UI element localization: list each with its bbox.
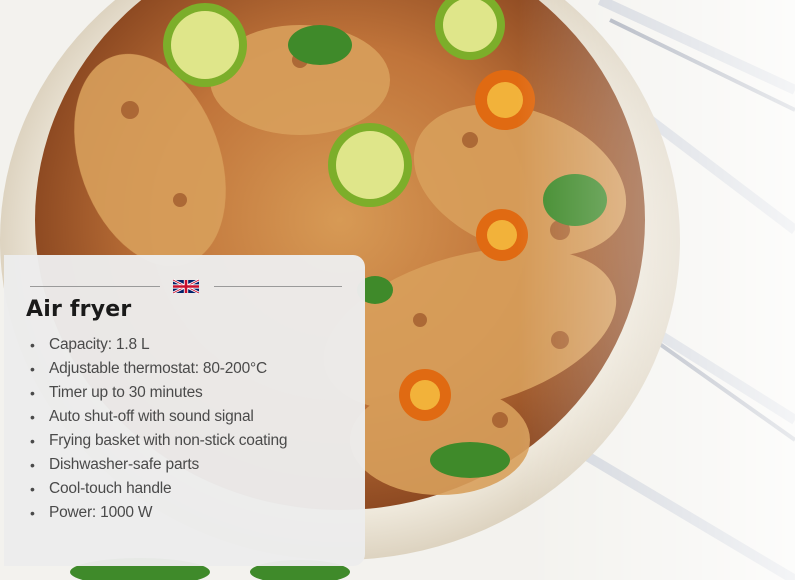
bullet-icon: • (30, 409, 35, 425)
bullet-icon: • (30, 337, 35, 353)
list-item: • Timer up to 30 minutes (28, 383, 287, 407)
feature-list: • Capacity: 1.8 L • Adjustable thermostat:… (28, 335, 288, 527)
feature-text: Adjustable thermostat: 80-200°C (49, 360, 267, 377)
divider-line-left (30, 286, 160, 287)
feature-text: Frying basket with non-stick coating (49, 432, 288, 449)
feature-text: Dishwasher-safe parts (49, 456, 199, 473)
list-item: • Power: 1000 W (28, 503, 287, 527)
product-title: Air fryer (26, 297, 132, 322)
feature-text: Power: 1000 W (49, 504, 153, 521)
feature-text: Auto shut-off with sound signal (49, 408, 254, 425)
feature-text: Timer up to 30 minutes (49, 384, 203, 401)
list-item: • Capacity: 1.8 L (28, 335, 287, 359)
uk-flag-icon[interactable] (173, 279, 199, 294)
bullet-icon: • (30, 481, 35, 497)
feature-text: Capacity: 1.8 L (49, 336, 150, 353)
bullet-icon: • (30, 457, 35, 473)
list-item: • Cool-touch handle (28, 479, 287, 503)
bullet-icon: • (30, 433, 35, 449)
bullet-icon: • (30, 385, 35, 401)
list-item: • Dishwasher-safe parts (28, 455, 287, 479)
product-info-card: Air fryer • Capacity: 1.8 L • Adjustable t… (4, 255, 365, 566)
divider-line-right (214, 286, 342, 287)
list-item: • Adjustable thermostat: 80-200°C (28, 359, 287, 383)
list-item: • Auto shut-off with sound signal (28, 407, 287, 431)
bullet-icon: • (30, 361, 35, 377)
feature-text: Cool-touch handle (49, 480, 172, 497)
list-item: • Frying basket with non-stick coating (28, 431, 288, 455)
bullet-icon: • (30, 505, 35, 521)
language-divider (30, 279, 342, 294)
